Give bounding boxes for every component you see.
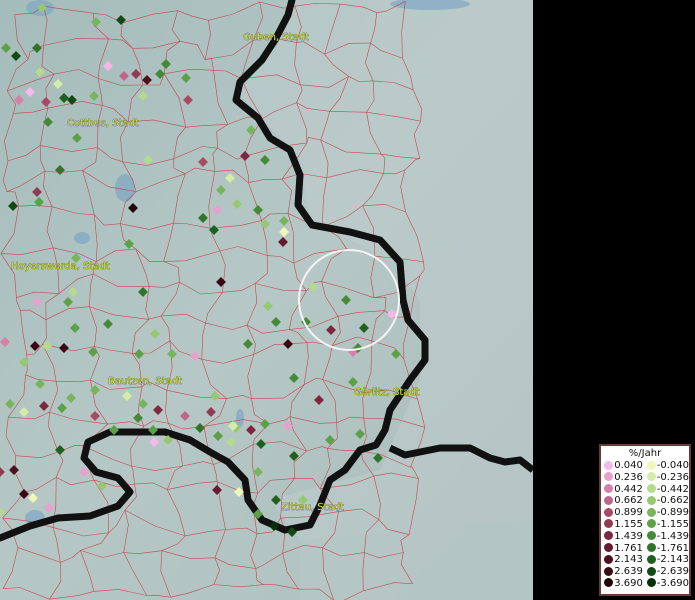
legend-row: 3.690 -3.690 bbox=[603, 578, 689, 590]
city-label-goerlitz: Görlitz, Stadt bbox=[354, 387, 420, 398]
legend-swatch-negative bbox=[646, 472, 656, 482]
legend-value-positive: 0.040 bbox=[614, 460, 643, 471]
legend-swatch-negative bbox=[646, 566, 656, 576]
legend-swatch-negative bbox=[646, 495, 656, 505]
legend-swatch-negative bbox=[646, 507, 656, 517]
legend-swatch-positive bbox=[604, 578, 614, 588]
legend-value-positive: 2.143 bbox=[614, 554, 643, 566]
legend-swatch-negative bbox=[646, 543, 656, 553]
legend-value-positive: 0.899 bbox=[614, 507, 643, 519]
legend-value-positive: 3.690 bbox=[614, 577, 643, 589]
city-label-zittau: Zittau, Stadt bbox=[281, 502, 344, 513]
legend-title: %/Jahr bbox=[628, 448, 662, 459]
legend-row: 2.143 -2.143 bbox=[603, 554, 689, 566]
legend-value-negative: -2.143 bbox=[656, 554, 689, 566]
legend-swatch-positive bbox=[604, 543, 614, 553]
legend-value-negative: -1.155 bbox=[656, 518, 689, 530]
legend-value-negative: -1.761 bbox=[656, 542, 689, 554]
legend-swatch-positive bbox=[604, 495, 614, 505]
legend-row: 2.639 -2.639 bbox=[603, 566, 689, 578]
legend-swatch-negative bbox=[646, 578, 656, 588]
legend-value-negative: -0.236 bbox=[656, 471, 689, 483]
legend-swatch-negative bbox=[646, 554, 656, 564]
legend-value-negative: -2.639 bbox=[656, 566, 689, 578]
legend-value-negative: -0.040 bbox=[656, 460, 689, 471]
legend: %/Jahr 0.040 -0.040 0.236 -0.236 0.442 -0.442… bbox=[599, 444, 691, 596]
legend-value-positive: 1.761 bbox=[614, 542, 643, 554]
legend-swatch-negative bbox=[646, 531, 656, 541]
legend-swatch-negative bbox=[646, 460, 656, 470]
legend-value-negative: -0.442 bbox=[656, 483, 689, 495]
legend-value-negative: -0.662 bbox=[656, 495, 689, 507]
legend-row: 1.761 -1.761 bbox=[603, 543, 689, 555]
legend-row: 0.040 -0.040 bbox=[603, 460, 689, 472]
legend-swatch-positive bbox=[604, 460, 614, 470]
legend-value-positive: 0.442 bbox=[614, 483, 643, 495]
legend-swatch-positive bbox=[604, 519, 614, 529]
city-label-hoyerswerda: Hoyerswerda, Stadt bbox=[11, 261, 110, 272]
city-label-cottbus: Cottbus, Stadt bbox=[67, 118, 139, 129]
legend-value-positive: 2.639 bbox=[614, 566, 643, 578]
legend-swatch-positive bbox=[604, 531, 614, 541]
legend-swatch-positive bbox=[604, 566, 614, 576]
legend-swatch-positive bbox=[604, 484, 614, 494]
city-label-guben: Guben, Stadt bbox=[243, 32, 309, 43]
legend-swatch-positive bbox=[604, 554, 614, 564]
legend-row: 0.662 -0.662 bbox=[603, 495, 689, 507]
legend-swatch-positive bbox=[604, 507, 614, 517]
legend-row: 0.442 -0.442 bbox=[603, 484, 689, 496]
legend-row: 1.155 -1.155 bbox=[603, 519, 689, 531]
legend-table: 0.040 -0.040 0.236 -0.236 0.442 -0.442 0.662 -0… bbox=[603, 460, 689, 590]
map-canvas[interactable]: Guben, Stadt Cottbus, Stadt Hoyerswerda,… bbox=[0, 0, 533, 600]
legend-row: 1.439 -1.439 bbox=[603, 531, 689, 543]
legend-swatch-positive bbox=[604, 472, 614, 482]
legend-row: 0.899 -0.899 bbox=[603, 507, 689, 519]
legend-value-positive: 0.662 bbox=[614, 495, 643, 507]
legend-row: 0.236 -0.236 bbox=[603, 472, 689, 484]
legend-value-positive: 0.236 bbox=[614, 471, 643, 483]
legend-value-negative: -0.899 bbox=[656, 507, 689, 519]
legend-swatch-negative bbox=[646, 484, 656, 494]
legend-value-negative: -1.439 bbox=[656, 530, 689, 542]
legend-value-positive: 1.155 bbox=[614, 518, 643, 530]
legend-value-negative: -3.690 bbox=[656, 577, 689, 589]
legend-swatch-negative bbox=[646, 519, 656, 529]
legend-value-positive: 1.439 bbox=[614, 530, 643, 542]
city-label-bautzen: Bautzen, Stadt bbox=[108, 376, 182, 387]
